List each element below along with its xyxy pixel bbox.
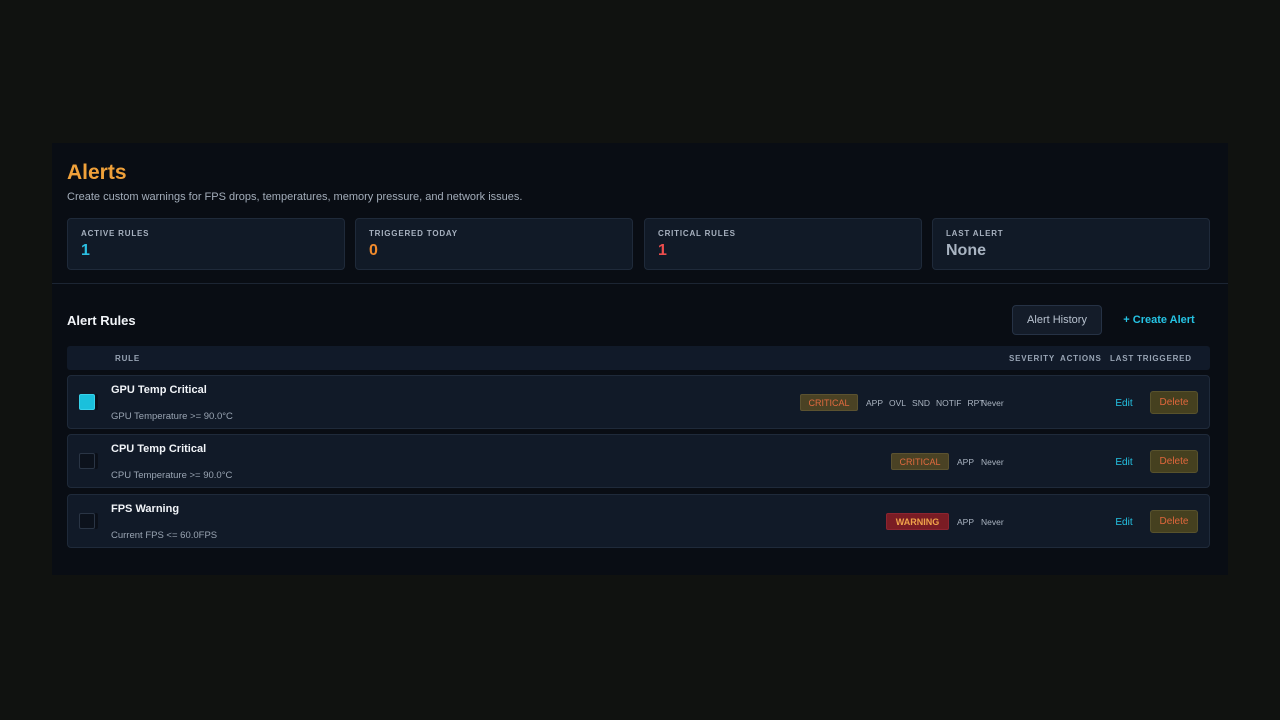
- severity-badge: CRITICAL: [891, 453, 949, 470]
- alert-history-button[interactable]: Alert History: [1012, 305, 1102, 335]
- rule-enable-checkbox[interactable]: [79, 453, 95, 469]
- stat-label: ACTIVE RULES: [81, 229, 150, 238]
- section-divider: [52, 283, 1228, 284]
- rule-condition: GPU Temperature >= 90.0°C: [111, 411, 233, 422]
- stat-value: 1: [658, 242, 667, 259]
- column-header-severity: SEVERITY: [1009, 354, 1055, 363]
- column-header-rule: RULE: [115, 354, 140, 363]
- stat-card-critical-rules: CRITICAL RULES 1: [644, 218, 922, 270]
- rule-name: CPU Temp Critical: [111, 443, 207, 455]
- rule-actions: APP OVL SND NOTIF RPT: [866, 398, 990, 408]
- rule-condition: Current FPS <= 60.0FPS: [111, 530, 218, 541]
- edit-button[interactable]: Edit: [1107, 392, 1141, 414]
- page-subtitle: Create custom warnings for FPS drops, te…: [67, 191, 523, 203]
- severity-badge: CRITICAL: [800, 394, 858, 411]
- rule-actions: APP: [957, 517, 980, 527]
- create-alert-button[interactable]: + Create Alert: [1116, 305, 1202, 335]
- edit-button[interactable]: Edit: [1107, 451, 1141, 473]
- rule-enable-checkbox[interactable]: [79, 513, 95, 529]
- stat-label: LAST ALERT: [946, 229, 1004, 238]
- page-title: Alerts: [67, 161, 127, 184]
- table-header: RULE SEVERITY ACTIONS LAST TRIGGERED: [67, 346, 1210, 370]
- delete-button[interactable]: Delete: [1150, 450, 1198, 473]
- rule-actions: APP: [957, 457, 980, 467]
- delete-button[interactable]: Delete: [1150, 510, 1198, 533]
- stats-row: ACTIVE RULES 1 TRIGGERED TODAY 0 CRITICA…: [67, 218, 1210, 270]
- stat-card-last-alert: LAST ALERT None: [932, 218, 1210, 270]
- action-tag: APP: [957, 457, 975, 467]
- action-tag: OVL: [889, 398, 907, 408]
- section-title: Alert Rules: [67, 313, 136, 328]
- stat-card-active-rules: ACTIVE RULES 1: [67, 218, 345, 270]
- last-triggered: Never: [981, 517, 1004, 527]
- rule-enable-checkbox[interactable]: [79, 394, 95, 410]
- action-tag: SND: [912, 398, 930, 408]
- stat-label: TRIGGERED TODAY: [369, 229, 458, 238]
- stat-value: 1: [81, 242, 90, 259]
- stat-value: 0: [369, 242, 378, 259]
- rule-name: FPS Warning: [111, 503, 180, 515]
- rule-name: GPU Temp Critical: [111, 384, 207, 396]
- action-tag: APP: [957, 517, 975, 527]
- rule-condition: CPU Temperature >= 90.0°C: [111, 470, 233, 481]
- severity-badge: WARNING: [886, 513, 949, 530]
- column-header-actions: ACTIONS: [1060, 354, 1102, 363]
- table-row: GPU Temp Critical GPU Temperature >= 90.…: [67, 375, 1210, 429]
- delete-button[interactable]: Delete: [1150, 391, 1198, 414]
- table-row: FPS Warning Current FPS <= 60.0FPS WARNI…: [67, 494, 1210, 548]
- stat-value: None: [946, 242, 986, 259]
- stat-label: CRITICAL RULES: [658, 229, 736, 238]
- last-triggered: Never: [981, 398, 1004, 408]
- action-tag: APP: [866, 398, 884, 408]
- last-triggered: Never: [981, 457, 1004, 467]
- alerts-panel: Alerts Create custom warnings for FPS dr…: [52, 143, 1228, 575]
- stat-card-triggered-today: TRIGGERED TODAY 0: [355, 218, 633, 270]
- table-row: CPU Temp Critical CPU Temperature >= 90.…: [67, 434, 1210, 488]
- action-tag: NOTIF: [935, 398, 962, 408]
- edit-button[interactable]: Edit: [1107, 511, 1141, 533]
- column-header-last-triggered: LAST TRIGGERED: [1110, 354, 1192, 363]
